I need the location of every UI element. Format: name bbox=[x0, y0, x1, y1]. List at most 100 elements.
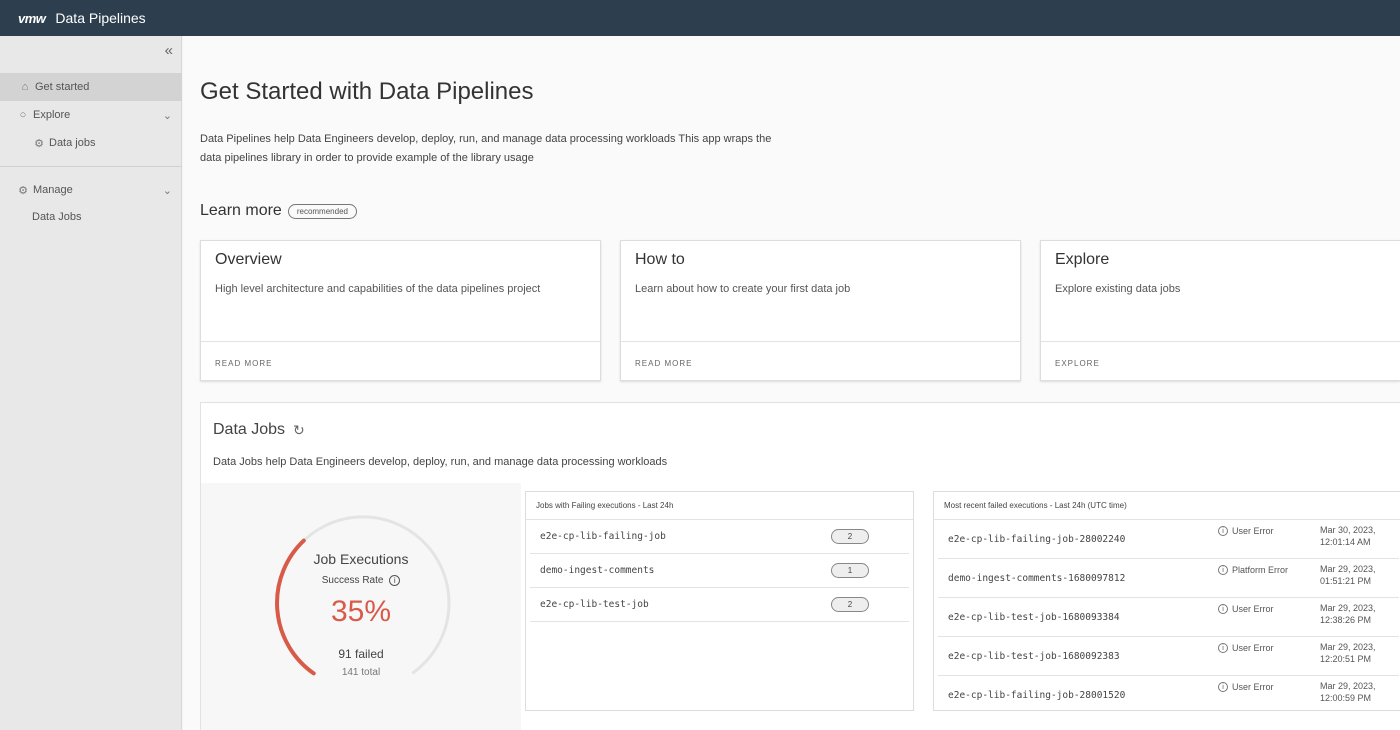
card-title: Overview bbox=[215, 251, 282, 268]
error-type: i User Error bbox=[1218, 682, 1274, 692]
job-name[interactable]: e2e-cp-lib-test-job bbox=[540, 599, 649, 610]
execution-id[interactable]: demo-ingest-comments-1680097812 bbox=[948, 573, 1125, 584]
sidebar: « ⌂ Get started ○ Explore ⌄ ⚙ Data jobs … bbox=[0, 36, 182, 730]
sidebar-item-data-jobs-explore[interactable]: ⚙ Data jobs bbox=[0, 130, 182, 156]
explore-link[interactable]: EXPLORE bbox=[1055, 359, 1100, 368]
info-icon: i bbox=[1218, 526, 1228, 536]
time-label: 12:38:26 PM bbox=[1320, 615, 1372, 625]
card-overview: Overview High level architecture and cap… bbox=[200, 240, 601, 381]
error-type: i User Error bbox=[1218, 643, 1274, 653]
read-more-link[interactable]: READ MORE bbox=[215, 359, 272, 368]
failed-count: 91 failed bbox=[338, 647, 384, 661]
sidebar-item-label: Data jobs bbox=[49, 137, 96, 149]
sidebar-item-label: Data Jobs bbox=[32, 211, 82, 223]
recent-failed-panel: Most recent failed executions - Last 24h… bbox=[933, 491, 1400, 711]
sidebar-item-data-jobs-manage[interactable]: Data Jobs bbox=[0, 204, 182, 230]
card-title: Explore bbox=[1055, 251, 1110, 268]
execution-time: Mar 29, 2023, 01:51:21 PM bbox=[1320, 563, 1400, 587]
top-bar: vmw Data Pipelines bbox=[0, 0, 1400, 36]
info-icon: i bbox=[1218, 643, 1228, 653]
execution-time: Mar 29, 2023, 12:20:51 PM bbox=[1320, 641, 1400, 665]
learn-more-heading: Learn more recommended bbox=[200, 202, 357, 220]
date-label: Mar 29, 2023, bbox=[1320, 681, 1376, 691]
gauge-subtitle-label: Success Rate bbox=[321, 575, 384, 586]
vmware-logo[interactable]: vmw bbox=[18, 11, 46, 26]
job-name[interactable]: demo-ingest-comments bbox=[540, 565, 654, 576]
chevron-down-icon: ⌄ bbox=[162, 109, 172, 122]
card-how-to: How to Learn about how to create your fi… bbox=[620, 240, 1021, 381]
refresh-icon[interactable]: ↻ bbox=[293, 422, 305, 439]
table-row[interactable]: e2e-cp-lib-test-job 2 bbox=[530, 588, 909, 622]
table-row[interactable]: e2e-cp-lib-failing-job-28001520 i User Er… bbox=[938, 676, 1399, 715]
date-label: Mar 29, 2023, bbox=[1320, 564, 1376, 574]
execution-time: Mar 30, 2023, 12:01:14 AM bbox=[1320, 524, 1400, 548]
app-title[interactable]: Data Pipelines bbox=[55, 10, 145, 26]
gauge-subtitle: Success Rate i bbox=[201, 575, 521, 586]
time-label: 12:00:59 PM bbox=[1320, 693, 1372, 703]
date-label: Mar 29, 2023, bbox=[1320, 603, 1376, 613]
error-type: i Platform Error bbox=[1218, 565, 1288, 575]
error-label: User Error bbox=[1232, 643, 1274, 653]
chevron-down-icon: ⌄ bbox=[162, 184, 172, 197]
data-jobs-title: Data Jobs bbox=[213, 421, 286, 438]
table-row[interactable]: e2e-cp-lib-failing-job-28002240 i User Er… bbox=[938, 520, 1399, 559]
error-label: User Error bbox=[1232, 682, 1274, 692]
error-label: User Error bbox=[1232, 604, 1274, 614]
execution-id[interactable]: e2e-cp-lib-failing-job-28002240 bbox=[948, 534, 1125, 545]
failing-jobs-header: Jobs with Failing executions - Last 24h bbox=[526, 492, 913, 520]
failure-count-badge: 2 bbox=[831, 597, 869, 612]
error-label: Platform Error bbox=[1232, 565, 1289, 575]
info-icon[interactable]: i bbox=[389, 575, 401, 586]
card-divider bbox=[621, 341, 1020, 342]
execution-id[interactable]: e2e-cp-lib-test-job-1680093384 bbox=[948, 612, 1120, 623]
error-type: i User Error bbox=[1218, 604, 1274, 614]
time-label: 12:20:51 PM bbox=[1320, 654, 1372, 664]
time-label: 01:51:21 PM bbox=[1320, 576, 1372, 586]
data-jobs-section: Data Jobs ↻ Data Jobs help Data Engineer… bbox=[200, 402, 1400, 730]
double-chevron-left-icon[interactable]: « bbox=[165, 42, 173, 59]
success-rate-value: 35% bbox=[330, 595, 392, 628]
recommended-badge: recommended bbox=[287, 203, 357, 219]
read-more-link[interactable]: READ MORE bbox=[635, 359, 692, 368]
table-row[interactable]: e2e-cp-lib-failing-job 2 bbox=[530, 520, 909, 554]
intro-line: data pipelines library in order to provi… bbox=[200, 152, 534, 164]
job-executions-gauge: Job Executions Success Rate i 35% 91 fai… bbox=[201, 483, 521, 730]
data-jobs-icon: ⚙ bbox=[34, 137, 44, 150]
card-description: High level architecture and capabilities… bbox=[215, 283, 541, 295]
date-label: Mar 29, 2023, bbox=[1320, 642, 1376, 652]
table-row[interactable]: e2e-cp-lib-test-job-1680092383 i User Err… bbox=[938, 637, 1399, 676]
sidebar-item-label: Manage bbox=[33, 184, 73, 196]
sidebar-item-label: Explore bbox=[33, 109, 71, 121]
table-row[interactable]: demo-ingest-comments-1680097812 i Platfor… bbox=[938, 559, 1399, 598]
card-explore: Explore Explore existing data jobs EXPLO… bbox=[1040, 240, 1400, 381]
info-icon: i bbox=[1218, 682, 1228, 692]
sidebar-item-get-started[interactable]: ⌂ Get started bbox=[0, 73, 182, 101]
card-description: Learn about how to create your first dat… bbox=[635, 283, 851, 295]
table-row[interactable]: demo-ingest-comments 1 bbox=[530, 554, 909, 588]
execution-id[interactable]: e2e-cp-lib-failing-job-28001520 bbox=[948, 690, 1125, 701]
card-description: Explore existing data jobs bbox=[1055, 283, 1181, 295]
job-name[interactable]: e2e-cp-lib-failing-job bbox=[540, 531, 666, 542]
sidebar-item-manage[interactable]: ⚙ Manage ⌄ bbox=[0, 177, 182, 203]
data-jobs-heading: Data Jobs ↻ bbox=[213, 421, 305, 439]
table-row[interactable]: e2e-cp-lib-test-job-1680093384 i User Err… bbox=[938, 598, 1399, 637]
error-type: i User Error bbox=[1218, 526, 1274, 536]
failure-count-badge: 1 bbox=[831, 563, 869, 578]
intro-text: Data Pipelines help Data Engineers devel… bbox=[200, 130, 840, 168]
gear-icon: ⚙ bbox=[18, 184, 28, 197]
learn-more-label: Learn more bbox=[200, 202, 282, 219]
error-label: User Error bbox=[1232, 526, 1274, 536]
failing-jobs-panel: Jobs with Failing executions - Last 24h … bbox=[525, 491, 914, 711]
failure-count-badge: 2 bbox=[831, 529, 869, 544]
main-content: Get Started with Data Pipelines Data Pip… bbox=[183, 36, 1400, 730]
execution-time: Mar 29, 2023, 12:00:59 PM bbox=[1320, 680, 1400, 704]
intro-line: Data Pipelines help Data Engineers devel… bbox=[200, 133, 772, 145]
time-label: 12:01:14 AM bbox=[1320, 537, 1371, 547]
execution-id[interactable]: e2e-cp-lib-test-job-1680092383 bbox=[948, 651, 1120, 662]
sidebar-item-label: Get started bbox=[35, 81, 90, 93]
card-divider bbox=[201, 341, 600, 342]
total-count: 141 total bbox=[341, 667, 381, 678]
sidebar-item-explore[interactable]: ○ Explore ⌄ bbox=[0, 102, 182, 128]
sidebar-divider bbox=[0, 166, 182, 167]
recent-failed-header: Most recent failed executions - Last 24h… bbox=[934, 492, 1400, 520]
